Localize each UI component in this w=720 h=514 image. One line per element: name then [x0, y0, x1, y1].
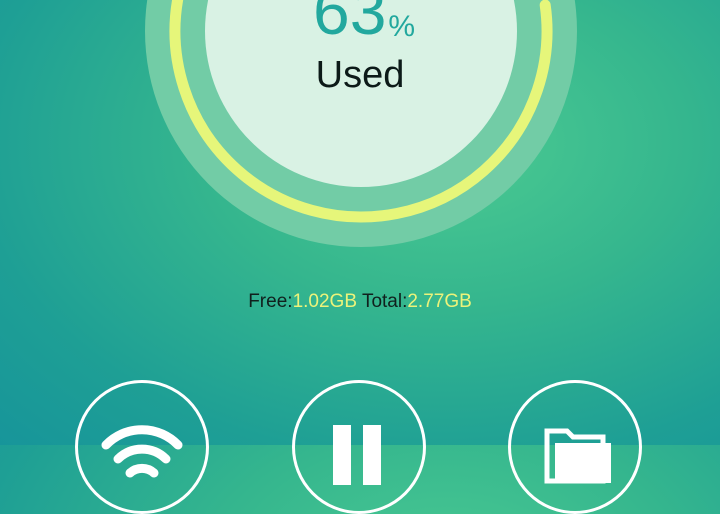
free-label: Free:: [248, 291, 293, 312]
wifi-icon: [101, 425, 183, 478]
wifi-button[interactable]: [75, 380, 209, 514]
pause-icon: [333, 425, 381, 485]
total-label: Total:: [361, 291, 408, 312]
percent-sign: %: [388, 10, 416, 43]
used-percent-value: 63: [313, 0, 387, 48]
used-percent-display: 63 %: [313, 0, 415, 44]
free-value: 1.02GB: [292, 291, 357, 312]
used-label: Used: [315, 54, 405, 96]
folder-icon: [544, 428, 611, 484]
storage-info: Free:1.02GB Total:2.77GB: [0, 290, 720, 314]
pause-button[interactable]: [292, 380, 426, 514]
total-value: 2.77GB: [407, 291, 472, 312]
folder-button[interactable]: [508, 380, 642, 514]
